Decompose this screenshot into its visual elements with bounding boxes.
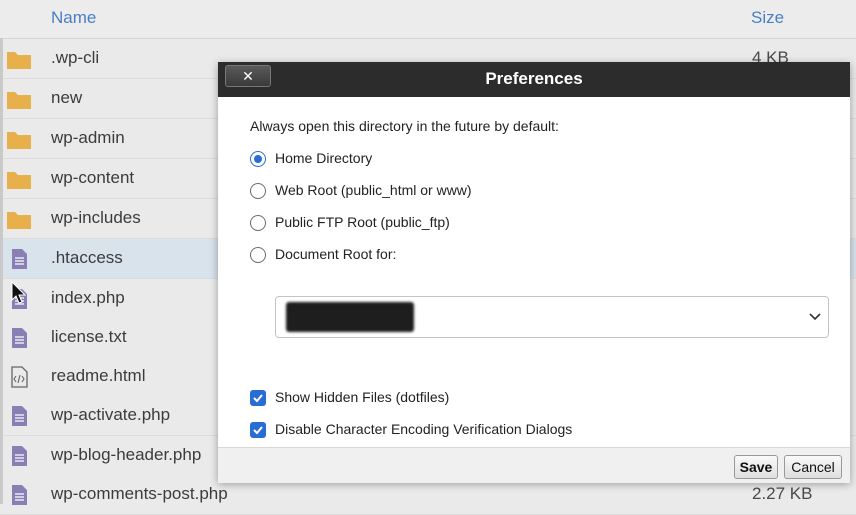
folder-icon (7, 212, 31, 229)
file-name: wp-includes (51, 208, 141, 227)
radio-label: Document Root for: (275, 246, 397, 262)
redacted-domain (286, 302, 414, 332)
file-name: index.php (51, 288, 125, 307)
checkbox-label: Disable Character Encoding Verification … (275, 421, 573, 437)
file-list-header: Name Size (0, 0, 856, 39)
file-name: .wp-cli (51, 48, 100, 67)
cancel-button[interactable]: Cancel (784, 455, 842, 479)
file-name: license.txt (51, 327, 127, 346)
dialog-footer: Save Cancel (218, 447, 850, 483)
folder-icon (7, 132, 31, 149)
file-name: wp-comments-post.php (51, 484, 228, 503)
radio-label: Home Directory (275, 150, 373, 166)
file-name: .htaccess (51, 248, 123, 267)
checkmark-icon (253, 426, 263, 435)
file-name: readme.html (51, 366, 146, 385)
checkmark-icon (253, 394, 263, 403)
dialog-body: Always open this directory in the future… (218, 97, 850, 447)
code-file-icon (11, 366, 28, 388)
file-name: wp-admin (51, 128, 125, 147)
file-name: new (51, 88, 83, 107)
dialog-title: Preferences (485, 69, 583, 88)
file-icon (12, 485, 27, 505)
row-selection-rail (0, 38, 3, 504)
column-header-size[interactable]: Size (751, 8, 784, 28)
save-button[interactable]: Save (734, 455, 778, 479)
radio-label: Public FTP Root (public_ftp) (275, 214, 450, 230)
file-icon (12, 446, 27, 466)
preferences-dialog: ✕ Preferences Always open this directory… (218, 62, 850, 483)
folder-icon (7, 172, 31, 189)
checkbox-checked[interactable] (250, 422, 266, 438)
file-icon (12, 406, 27, 426)
file-icon (12, 249, 27, 269)
file-icon (12, 328, 27, 348)
column-header-name[interactable]: Name (51, 8, 96, 28)
radio-button-checked[interactable] (250, 151, 266, 167)
folder-icon (7, 52, 31, 69)
file-name: wp-activate.php (51, 405, 171, 424)
radio-button[interactable] (250, 215, 266, 231)
folder-icon (7, 92, 31, 109)
dialog-titlebar[interactable]: ✕ Preferences (218, 62, 850, 97)
document-root-select[interactable] (275, 296, 829, 338)
checkbox-checked[interactable] (250, 390, 266, 406)
default-directory-prompt: Always open this directory in the future… (250, 118, 559, 134)
checkbox-label: Show Hidden Files (dotfiles) (275, 389, 450, 405)
radio-button[interactable] (250, 247, 266, 263)
mouse-cursor-icon (11, 281, 27, 304)
radio-label: Web Root (public_html or www) (275, 182, 472, 198)
file-name: wp-blog-header.php (51, 445, 202, 464)
radio-button[interactable] (250, 183, 266, 199)
file-size: 2.27 KB (752, 484, 813, 503)
chevron-down-icon (809, 313, 821, 321)
file-name: wp-content (51, 168, 135, 187)
